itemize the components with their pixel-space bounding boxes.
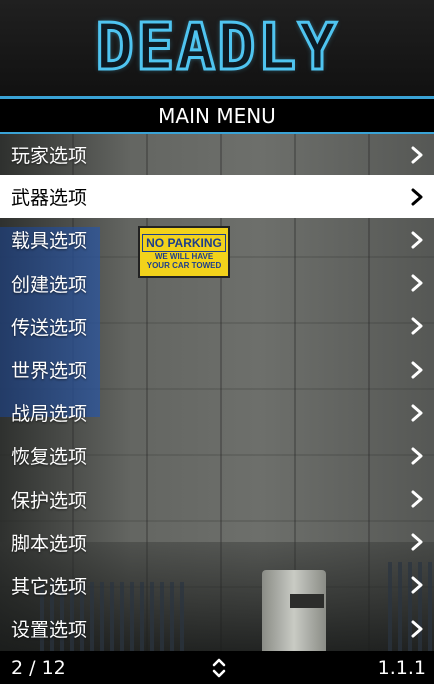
menu-item-label: 恢复选项	[11, 446, 88, 469]
menu-item[interactable]: 载具选项	[0, 218, 434, 261]
menu-item[interactable]: 创建选项	[0, 262, 434, 305]
menu-item[interactable]: 其它选项	[0, 564, 434, 607]
chevron-right-icon	[408, 146, 426, 164]
menu-item[interactable]: 传送选项	[0, 305, 434, 348]
menu-item-label: 创建选项	[11, 273, 88, 296]
menu-item-label: 战局选项	[11, 403, 88, 426]
menu-item[interactable]: 设置选项	[0, 607, 434, 650]
menu-header: DEADLY	[0, 0, 434, 96]
up-down-arrows-icon	[210, 657, 228, 679]
chevron-right-icon	[408, 274, 426, 292]
menu-item-label: 武器选项	[11, 187, 88, 210]
chevron-right-icon	[408, 576, 426, 594]
menu-item[interactable]: 世界选项	[0, 348, 434, 391]
menu-version: 1.1.1	[377, 656, 426, 679]
menu-item[interactable]: 保护选项	[0, 478, 434, 521]
chevron-right-icon	[408, 317, 426, 335]
logo: DEADLY	[94, 10, 339, 87]
menu-item[interactable]: 脚本选项	[0, 521, 434, 564]
chevron-right-icon	[408, 404, 426, 422]
menu-item[interactable]: 武器选项	[0, 175, 434, 219]
menu-item-label: 玩家选项	[11, 145, 88, 168]
menu-title: MAIN MENU	[158, 103, 276, 128]
chevron-right-icon	[408, 447, 426, 465]
menu-title-bar: MAIN MENU	[0, 99, 434, 132]
menu-item[interactable]: 玩家选项	[0, 132, 434, 175]
menu-item[interactable]: 恢复选项	[0, 434, 434, 477]
menu-item-label: 脚本选项	[11, 532, 88, 555]
menu-item-label: 传送选项	[11, 316, 88, 339]
chevron-right-icon	[408, 231, 426, 249]
menu-item-label: 世界选项	[11, 360, 88, 383]
chevron-right-icon	[408, 188, 426, 206]
chevron-right-icon	[408, 620, 426, 638]
menu-list: 玩家选项武器选项载具选项创建选项传送选项世界选项战局选项恢复选项保护选项脚本选项…	[0, 132, 434, 650]
chevron-right-icon	[408, 361, 426, 379]
menu-footer: 2 / 12 1.1.1	[0, 651, 434, 684]
menu-item-label: 载具选项	[11, 230, 88, 253]
chevron-right-icon	[408, 533, 426, 551]
menu-item-label: 设置选项	[11, 619, 88, 642]
menu-item-label: 保护选项	[11, 489, 88, 512]
menu-item[interactable]: 战局选项	[0, 391, 434, 434]
chevron-right-icon	[408, 490, 426, 508]
menu-position-counter: 2 / 12	[11, 656, 66, 679]
menu-item-label: 其它选项	[11, 575, 88, 598]
